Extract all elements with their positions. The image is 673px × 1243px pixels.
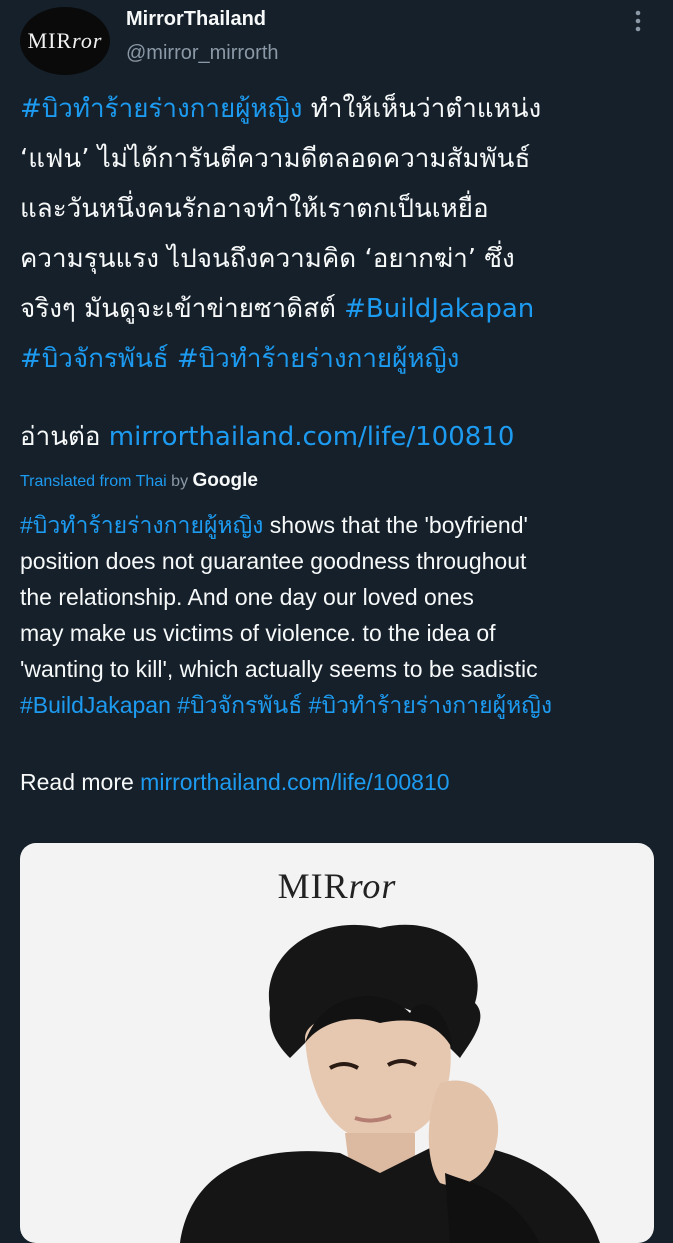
tweet-text-segment: the relationship. And one day our loved …	[20, 584, 474, 610]
translated-text-line: may make us victims of violence. to the …	[20, 615, 665, 651]
read-more-link[interactable]: mirrorthailand.com/life/100810	[109, 422, 515, 452]
read-more-english: Read more mirrorthailand.com/life/100810	[20, 764, 450, 800]
translation-attribution[interactable]: Translated from Thai by Google	[20, 470, 258, 492]
hashtag-link[interactable]: #บิวจักรพันธ์	[177, 692, 302, 718]
google-logo: Google	[192, 470, 258, 491]
read-more-label: อ่านต่อ	[20, 422, 109, 452]
translated-from-label: Translated from Thai	[20, 473, 172, 490]
author-display-name[interactable]: MirrorThailand	[126, 8, 266, 31]
tweet-text-thai: #บิวทำร้ายร่างกายผู้หญิง ทำให้เห็นว่าตำแ…	[20, 84, 660, 384]
tweet-text-translated: #บิวทำร้ายร่างกายผู้หญิง shows that the …	[20, 507, 665, 723]
tweet-text-segment: may make us victims of violence. to the …	[20, 620, 496, 646]
translated-text-line: #บิวทำร้ายร่างกายผู้หญิง shows that the …	[20, 507, 665, 543]
tweet-media-image[interactable]: MIRror	[20, 843, 654, 1243]
translated-by-label: by	[171, 473, 193, 490]
read-more-thai: อ่านต่อ mirrorthailand.com/life/100810	[20, 412, 514, 462]
translated-text-line: position does not guarantee goodness thr…	[20, 543, 665, 579]
tweet-text-segment: ‘แฟน’ ไม่ได้การันตีความดีตลอดความสัมพันธ…	[20, 144, 531, 174]
more-vertical-icon	[635, 10, 641, 32]
hashtag-link[interactable]: #BuildJakapan	[20, 692, 171, 718]
translated-text-line: 'wanting to kill', which actually seems …	[20, 651, 665, 687]
avatar[interactable]: MIRror	[20, 7, 110, 75]
tweet-text-segment: และวันหนึ่งคนรักอาจทำให้เราตกเป็นเหยื่อ	[20, 194, 489, 224]
hashtag-link[interactable]: #บิวจักรพันธ์	[20, 344, 169, 374]
hashtag-link[interactable]: #บิวทำร้ายร่างกายผู้หญิง	[20, 512, 263, 538]
translated-text-line: the relationship. And one day our loved …	[20, 579, 665, 615]
hashtag-link[interactable]: #บิวทำร้ายร่างกายผู้หญิง	[177, 344, 459, 374]
thai-text-line: จริงๆ มันดูจะเข้าข่ายซาดิสต์ #BuildJakap…	[20, 284, 660, 334]
translated-text-line: #BuildJakapan #บิวจักรพันธ์ #บิวทำร้ายร่…	[20, 687, 665, 723]
author-handle[interactable]: @mirror_mirrorth	[126, 42, 279, 65]
thai-text-line: #บิวทำร้ายร่างกายผู้หญิง ทำให้เห็นว่าตำแ…	[20, 84, 660, 134]
tweet-text-segment: shows that the 'boyfriend'	[263, 512, 528, 538]
tweet-text-segment: จริงๆ มันดูจะเข้าข่ายซาดิสต์	[20, 294, 345, 324]
read-more-label: Read more	[20, 769, 141, 795]
tweet-text-segment: ความรุนแรง ไปจนถึงความคิด ‘อยากฆ่า’ ซึ่ง	[20, 244, 515, 274]
hashtag-link[interactable]: #บิวทำร้ายร่างกายผู้หญิง	[20, 94, 302, 124]
thai-text-line: ความรุนแรง ไปจนถึงความคิด ‘อยากฆ่า’ ซึ่ง	[20, 234, 660, 284]
hashtag-link[interactable]: #บิวทำร้ายร่างกายผู้หญิง	[309, 692, 552, 718]
tweet-text-segment: position does not guarantee goodness thr…	[20, 548, 527, 574]
avatar-logo: MIRror	[27, 28, 103, 53]
thai-text-line: ‘แฟน’ ไม่ได้การันตีความดีตลอดความสัมพันธ…	[20, 134, 660, 184]
tweet-header: MIRror MirrorThailand @mirror_mirrorth	[20, 6, 653, 75]
tweet-text-segment: ทำให้เห็นว่าตำแหน่ง	[302, 94, 542, 124]
thai-text-line: #บิวจักรพันธ์ #บิวทำร้ายร่างกายผู้หญิง	[20, 334, 660, 384]
media-logo: MIRror	[277, 866, 397, 906]
hashtag-link[interactable]: #BuildJakapan	[344, 294, 534, 324]
tweet-text-segment	[169, 344, 177, 374]
more-options-button[interactable]	[623, 6, 653, 36]
tweet-text-segment: 'wanting to kill', which actually seems …	[20, 656, 538, 682]
thai-text-line: และวันหนึ่งคนรักอาจทำให้เราตกเป็นเหยื่อ	[20, 184, 660, 234]
read-more-link[interactable]: mirrorthailand.com/life/100810	[140, 769, 449, 795]
